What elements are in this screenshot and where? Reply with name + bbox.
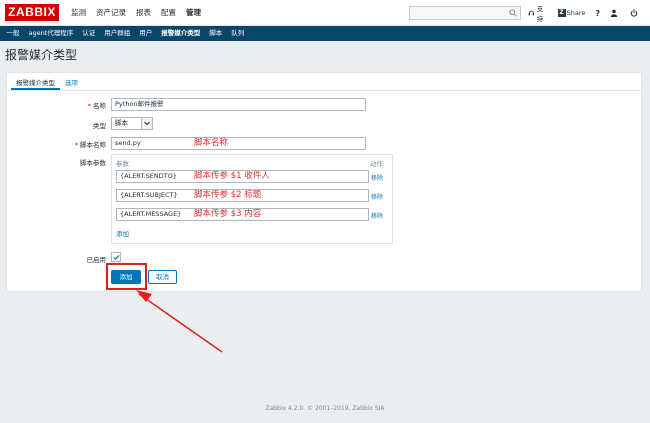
annotation-arrow (136, 290, 223, 353)
footer-copyright: Zabbix 4.2.0. © 2001–2019, Zabbix SIA (265, 405, 385, 412)
